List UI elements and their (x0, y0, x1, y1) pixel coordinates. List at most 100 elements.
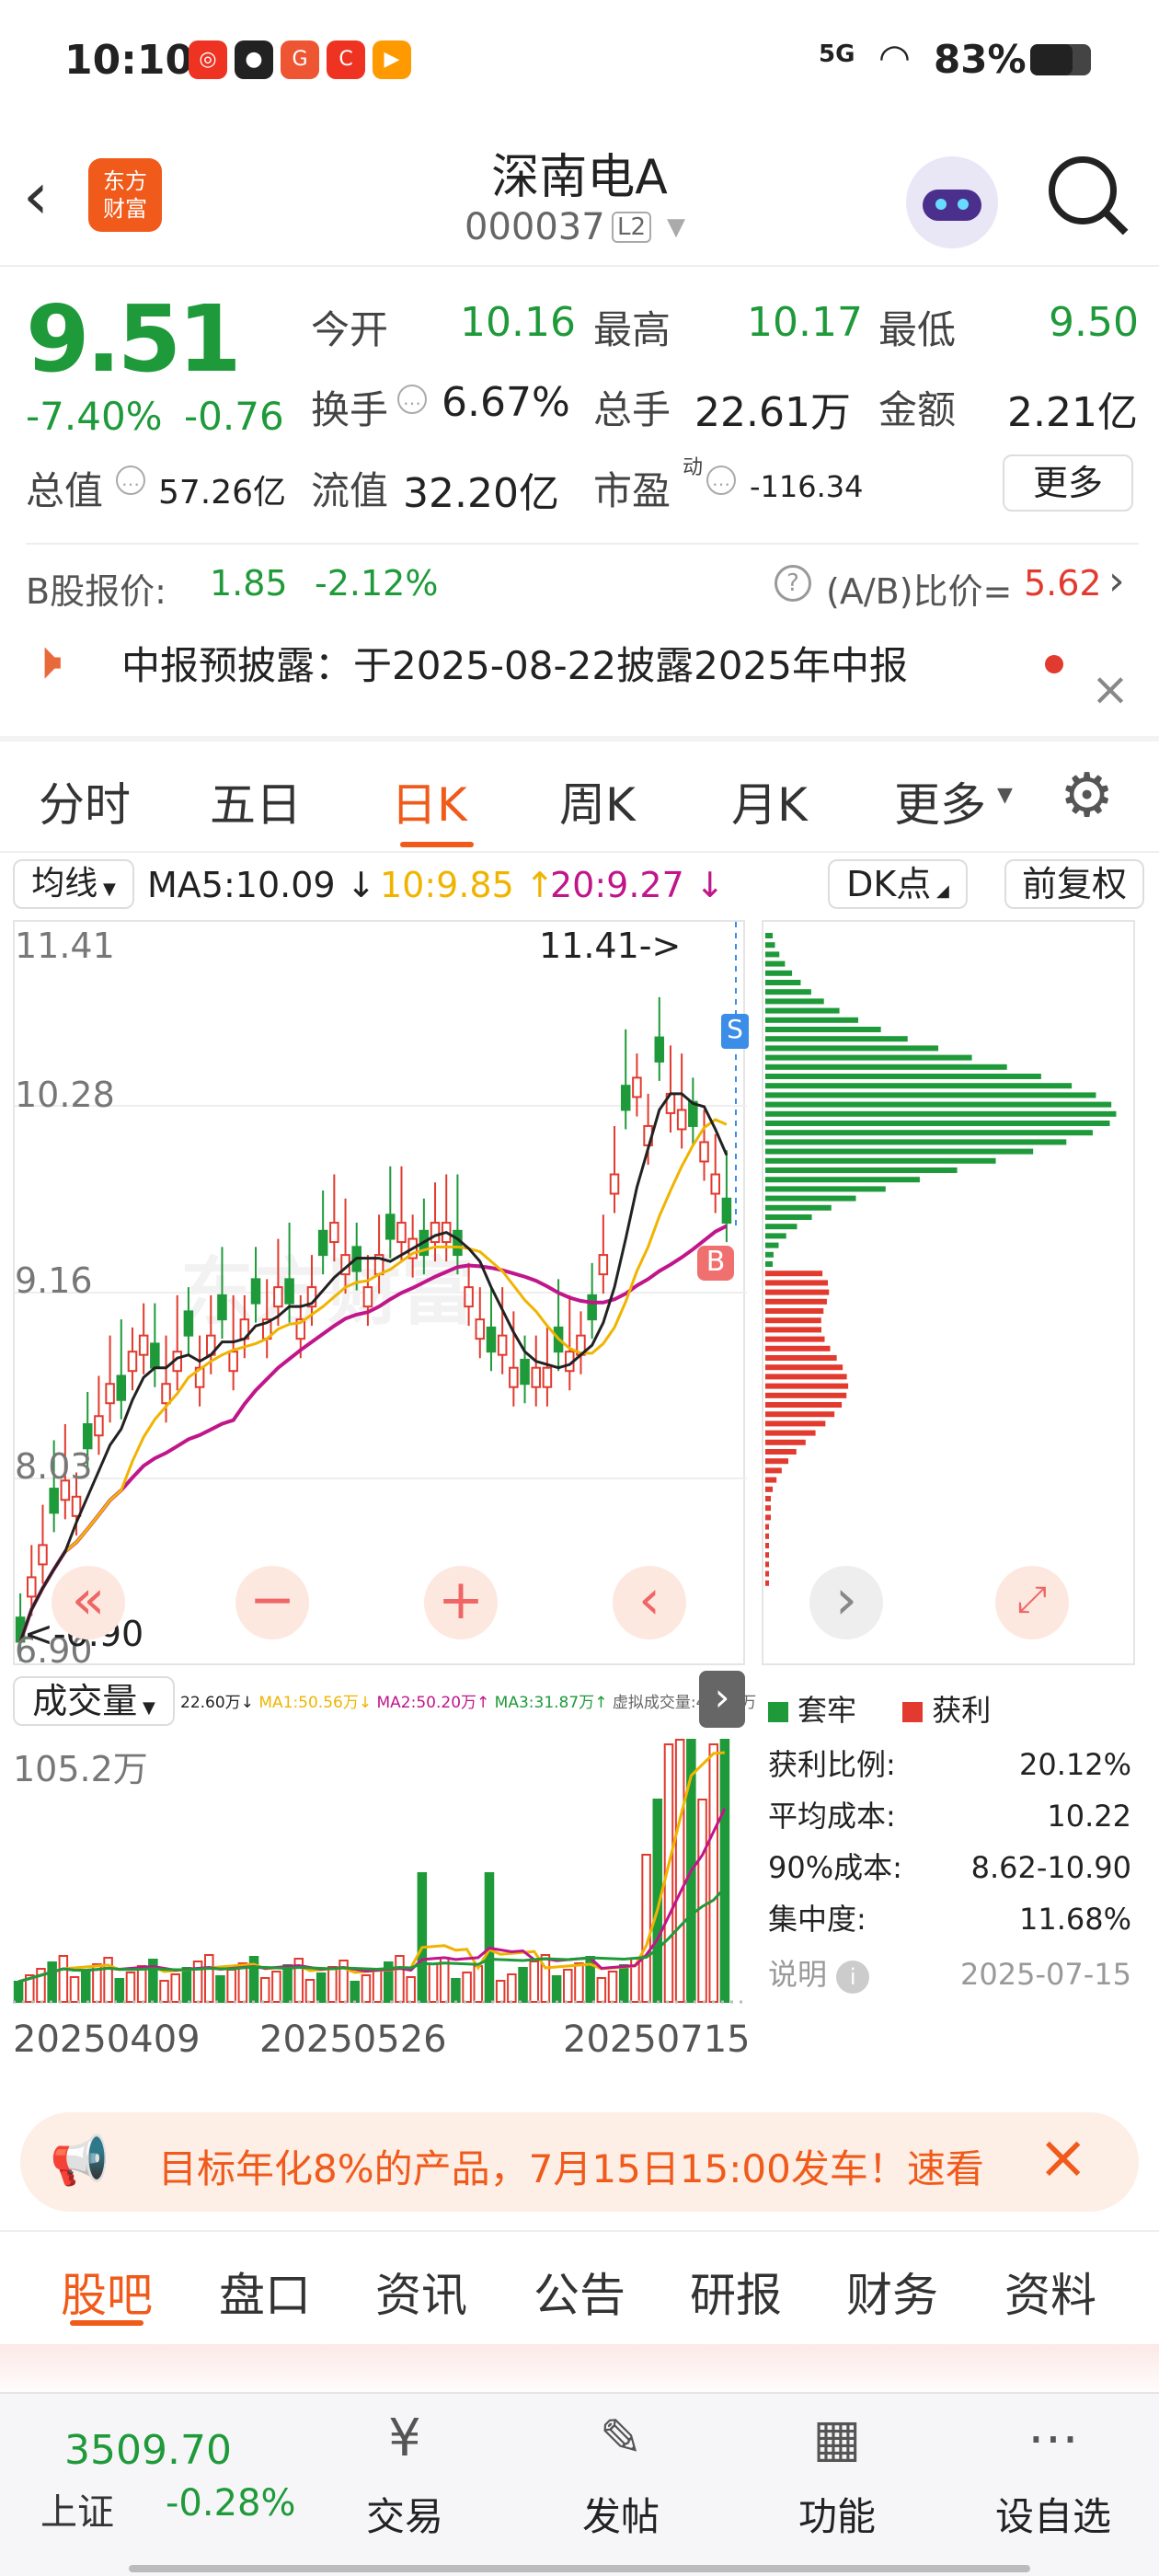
scroll-left-icon[interactable]: ‹ (613, 1566, 686, 1639)
post-icon[interactable]: ✎ (575, 2409, 667, 2468)
zoom-out-icon[interactable]: − (235, 1566, 309, 1639)
bshare-label: B股报价: (26, 571, 166, 612)
candle-body (676, 1109, 687, 1131)
candle-body (475, 1318, 486, 1340)
chevron-right-icon[interactable]: › (1108, 558, 1125, 604)
expand-icon[interactable]: ⤢ (995, 1566, 1069, 1639)
tab-ziliao[interactable]: 资料 (1004, 2259, 1096, 2325)
more-dots-icon[interactable]: ⋯ (1007, 2409, 1099, 2468)
tab-pankou[interactable]: 盘口 (219, 2259, 311, 2325)
chip-bar (765, 1477, 777, 1483)
index-pct[interactable]: -0.28% (166, 2482, 296, 2524)
volume-chart[interactable]: 105.2万 20250409 20250526 20250715 (13, 1731, 751, 2090)
volume-bar (574, 1962, 584, 2003)
volume-bar (719, 1739, 730, 2003)
info-icon[interactable]: … (397, 385, 427, 414)
nav-trade[interactable]: 交易 (350, 2486, 460, 2542)
candle-body (116, 1374, 127, 1401)
chip-note-link[interactable]: 说明 i (768, 1949, 870, 2000)
chevron-down-icon: ▼ (997, 784, 1013, 807)
robot-avatar-icon[interactable] (906, 156, 998, 248)
volume-ma-values: 22.60万↓ MA1:50.56万↓ MA2:50.20万↑ MA3:31.8… (180, 1694, 757, 1712)
chip-bar (765, 1570, 769, 1577)
grid-icon[interactable]: ▦ (791, 2409, 883, 2468)
active-tab-indicator (400, 842, 474, 847)
volume-bar (428, 1963, 439, 2003)
volume-bar (350, 1981, 360, 2003)
chip-bar (765, 989, 811, 995)
candle-body (396, 1222, 407, 1244)
volume-bar (304, 1979, 316, 2003)
ma20-value: 20:9.27 ↓ (550, 865, 725, 905)
index-name[interactable]: 上证 (40, 2482, 114, 2536)
zoom-in-icon[interactable]: + (424, 1566, 498, 1639)
divider (0, 851, 1159, 853)
close-icon[interactable]: × (1091, 662, 1130, 716)
ma10-value: 10:9.85 ↑ (380, 865, 555, 905)
chip-bar (765, 1242, 779, 1248)
float-label: 流值 (311, 468, 389, 513)
scroll-right-icon[interactable]: › (809, 1566, 883, 1639)
change-pct: -7.40% (26, 394, 163, 439)
more-button[interactable]: 更多 (1003, 454, 1133, 512)
tab-caiwu[interactable]: 财务 (846, 2259, 938, 2325)
chevron-right-icon[interactable]: › (699, 1671, 745, 1728)
tab-gonggao[interactable]: 公告 (534, 2259, 625, 2325)
trade-icon[interactable]: ¥ (359, 2409, 451, 2468)
nav-watchlist[interactable]: 设自选 (984, 2486, 1122, 2542)
volume-bar (136, 1965, 147, 2003)
info-icon[interactable]: … (116, 466, 145, 495)
date-label: 20250409 (13, 2018, 201, 2061)
gear-icon[interactable]: ⚙ (1060, 760, 1114, 831)
volume-bar (226, 1969, 236, 2003)
kline-chart[interactable]: 东方财富 11.41 10.28 9.16 8.03 6.90 11.41-> … (13, 920, 749, 1671)
tab-rik[interactable]: 日K (391, 768, 467, 834)
high-value: 10.17 (747, 299, 863, 346)
turnover-value: 6.67% (442, 379, 570, 426)
nav-post[interactable]: 发帖 (566, 2486, 676, 2542)
volume-bar (114, 1978, 125, 2003)
chip-bar (765, 1308, 824, 1314)
help-icon[interactable]: ? (775, 565, 811, 602)
volume-bar (282, 1964, 293, 2003)
date-label: 20250526 (259, 2018, 447, 2061)
dropdown-icon[interactable]: ▼ (667, 213, 685, 241)
pe-label: 市盈 (593, 468, 671, 513)
notification-icons: ◎ ● G C ▶ (189, 40, 419, 79)
volume-y-top: 105.2万 (13, 1749, 148, 1789)
candle-body (138, 1334, 149, 1356)
indicator-select[interactable]: 成交量 ▼ (13, 1676, 175, 1726)
tab-guba[interactable]: 股吧 (61, 2259, 153, 2325)
tab-more[interactable]: 更多 (894, 768, 986, 834)
candle-body (699, 1141, 709, 1163)
watermark: 东方财富 (180, 1249, 475, 1335)
sell-tag[interactable]: S (721, 1014, 749, 1049)
ma-type-label: 均线 (31, 865, 98, 903)
network-icon: 5G (819, 40, 855, 68)
scroll-left-fast-icon[interactable]: « (52, 1566, 125, 1639)
chip-distribution-chart[interactable]: › ⤢ (762, 920, 1135, 1665)
nav-function[interactable]: 功能 (782, 2486, 892, 2542)
tab-fenshi[interactable]: 分时 (39, 768, 131, 834)
tab-zhouk[interactable]: 周K (559, 768, 636, 834)
search-icon-handle (1103, 210, 1129, 236)
info-icon[interactable]: … (706, 466, 736, 495)
tab-wuri[interactable]: 五日 (210, 768, 302, 834)
tab-zixun[interactable]: 资讯 (375, 2259, 467, 2325)
index-value[interactable]: 3509.70 (64, 2427, 232, 2474)
level2-badge[interactable]: L2 (612, 212, 652, 243)
candle-body (464, 1286, 474, 1308)
buy-tag[interactable]: B (697, 1246, 734, 1281)
candle-body (632, 1076, 642, 1098)
volume-bar (69, 1976, 80, 2003)
tab-yuek[interactable]: 月K (731, 768, 808, 834)
chip-bar (765, 1543, 769, 1548)
dk-point-button[interactable]: DK点 ◢ (828, 859, 968, 909)
tab-yanbao[interactable]: 研报 (690, 2259, 782, 2325)
close-icon[interactable]: × (1038, 2122, 1088, 2192)
ma-type-select[interactable]: 均线 ▼ (13, 859, 134, 909)
notice-bar[interactable]: 🕨 中报预披露：于2025-08-22披露2025年中报 × (0, 627, 1159, 738)
chip-stats: 获利比例: 20.12% 平均成本: 10.22 90%成本: 8.62-10.90 … (768, 1739, 1131, 2000)
ad-banner[interactable]: 📢 目标年化8%的产品，7月15日15:00发车！速看 × (20, 2112, 1139, 2212)
adjust-price-button[interactable]: 前复权 (1004, 859, 1144, 909)
